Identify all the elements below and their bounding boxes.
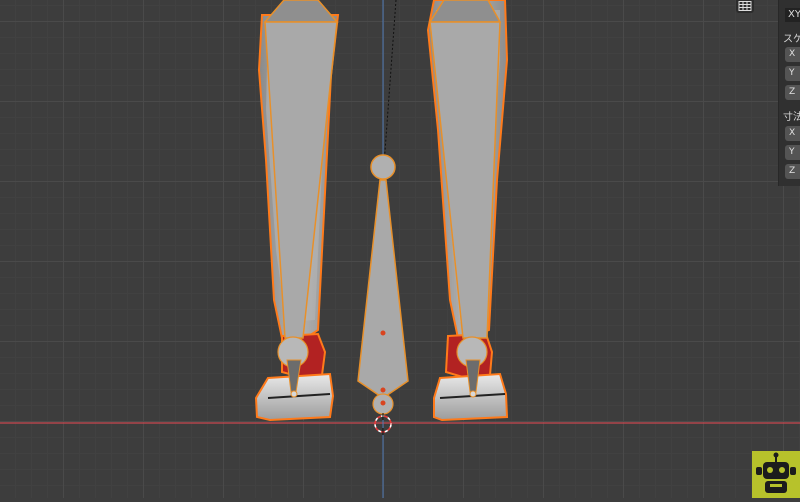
scale-label: スケ	[783, 34, 800, 45]
scene	[0, 0, 800, 498]
right-leg-bone[interactable]	[428, 0, 502, 398]
root-bone[interactable]	[357, 154, 409, 415]
dimensions-label: 寸法	[783, 112, 800, 123]
dimension-y-field[interactable]: Y	[785, 145, 800, 160]
robot-icon	[752, 451, 800, 498]
dimension-z-field[interactable]: Z	[785, 164, 800, 179]
scale-x-field[interactable]: X	[785, 47, 800, 62]
scale-y-field[interactable]: Y	[785, 66, 800, 81]
grid-toggle-button[interactable]	[736, 0, 754, 13]
left-leg-bone[interactable]	[263, 0, 339, 398]
grid-icon	[738, 1, 752, 11]
dimension-x-field[interactable]: X	[785, 126, 800, 141]
3d-viewport[interactable]: XY スケ X Y Z 寸法 X Y Z	[0, 0, 800, 498]
robot-logo	[752, 451, 800, 498]
rotation-mode-dropdown[interactable]: XY	[785, 8, 800, 22]
scale-z-field[interactable]: Z	[785, 85, 800, 100]
relationship-line	[383, 0, 397, 166]
sidebar-panel: XY スケ X Y Z 寸法 X Y Z	[778, 0, 800, 186]
